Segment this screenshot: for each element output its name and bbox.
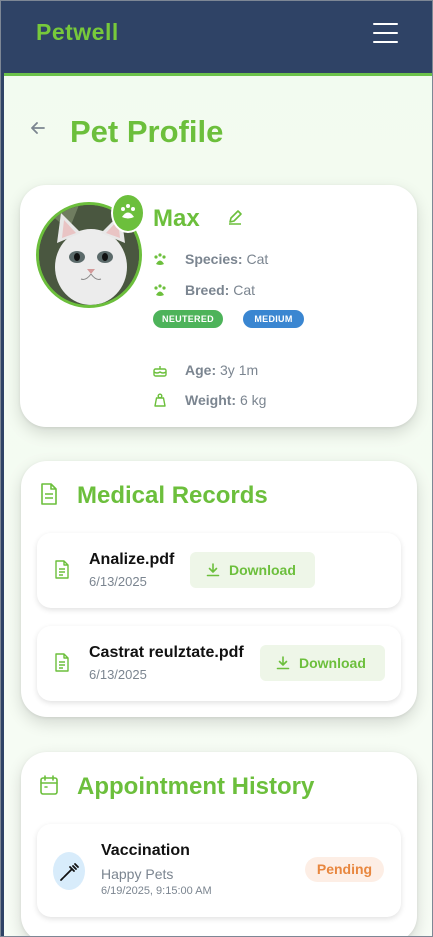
- weight-row: Weight: 6 kg: [152, 392, 332, 410]
- appointment-history-title: Appointment History: [77, 773, 315, 800]
- top-navbar: Petwell: [4, 1, 432, 76]
- appointment-datetime: 6/19/2025, 9:15:00 AM: [101, 885, 212, 897]
- brand-logo[interactable]: Petwell: [36, 19, 119, 46]
- app-frame: Petwell Pet Profile Max Species: Cat Bre…: [0, 0, 433, 937]
- calendar-icon: [40, 775, 58, 795]
- edit-icon[interactable]: [227, 209, 243, 225]
- weight-value: 6 kg: [239, 392, 267, 408]
- arrow-left-icon[interactable]: [28, 118, 48, 138]
- appointment-item[interactable]: Vaccination Happy Pets 6/19/2025, 9:15:0…: [37, 824, 401, 917]
- paw-badge-icon: [113, 195, 143, 231]
- pet-profile-card: Max Species: Cat Breed: Cat NEUTERED MED…: [20, 185, 417, 427]
- age-label: Age:: [185, 362, 217, 378]
- record-item: Analize.pdf 6/13/2025 Download: [37, 533, 401, 608]
- syringe-icon: [53, 852, 85, 890]
- weight-icon: [154, 393, 166, 407]
- weight-label: Weight:: [185, 392, 237, 408]
- breed-row: Breed: Cat: [152, 282, 332, 300]
- status-badge: Pending: [305, 857, 384, 882]
- age-value: 3y 1m: [220, 362, 259, 378]
- medical-records-title: Medical Records: [77, 482, 268, 509]
- record-date: 6/13/2025: [89, 667, 147, 682]
- left-edge-strip: [1, 1, 4, 936]
- record-filename: Analize.pdf: [89, 551, 175, 568]
- breed-label: Breed:: [185, 282, 230, 298]
- record-item: Castrat reulztate.pdf 6/13/2025 Download: [37, 626, 401, 701]
- species-value: Cat: [246, 251, 269, 267]
- file-icon: [55, 560, 69, 579]
- species-label: Species:: [185, 251, 243, 267]
- download-button[interactable]: Download: [190, 552, 315, 588]
- size-tag: MEDIUM: [243, 310, 304, 328]
- appointment-clinic: Happy Pets: [101, 866, 174, 882]
- download-label: Download: [229, 562, 296, 578]
- paw-icon: [154, 284, 166, 296]
- appointment-history-card: Appointment History Vaccination Happy Pe…: [21, 752, 417, 936]
- pet-name: Max: [153, 205, 200, 232]
- cake-icon: [153, 366, 167, 377]
- download-label: Download: [299, 655, 366, 671]
- download-icon: [206, 563, 220, 577]
- neutered-tag: NEUTERED: [153, 310, 223, 328]
- download-icon: [276, 656, 290, 670]
- appointment-title: Vaccination: [101, 842, 190, 859]
- document-icon: [41, 483, 57, 505]
- paw-icon: [154, 253, 166, 265]
- record-filename: Castrat reulztate.pdf: [89, 644, 244, 661]
- medical-records-card: Medical Records Analize.pdf 6/13/2025 Do…: [21, 461, 417, 717]
- download-button[interactable]: Download: [260, 645, 385, 681]
- hamburger-icon[interactable]: [373, 23, 398, 43]
- breed-value: Cat: [233, 282, 256, 298]
- species-row: Species: Cat: [152, 251, 332, 269]
- page-title: Pet Profile: [70, 114, 224, 149]
- file-icon: [55, 653, 69, 672]
- record-date: 6/13/2025: [89, 574, 147, 589]
- age-row: Age: 3y 1m: [152, 362, 332, 380]
